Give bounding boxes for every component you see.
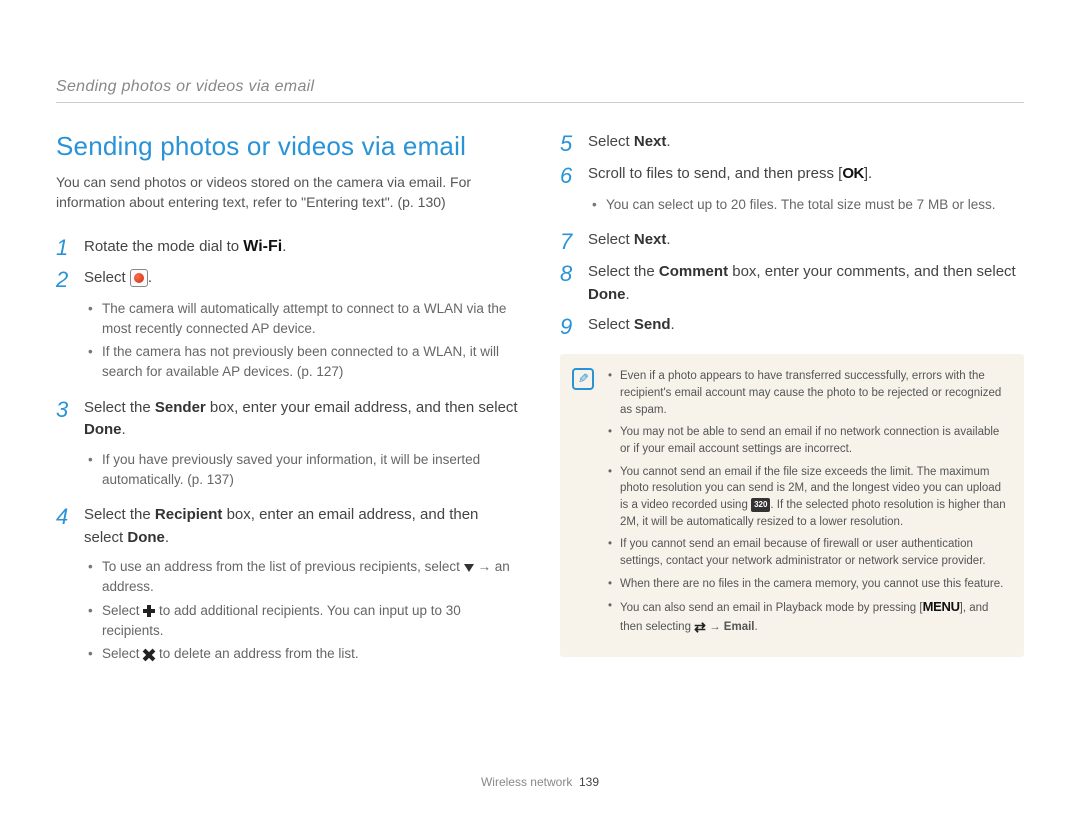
step-6: 6Scroll to files to send, and then press… bbox=[560, 163, 1024, 187]
breadcrumb: Sending photos or videos via email bbox=[56, 78, 1024, 96]
step-3: 3Select the Sender box, enter your email… bbox=[56, 397, 520, 442]
step-sub-list: You can select up to 20 files. The total… bbox=[560, 195, 1024, 215]
step-2: 2Select . bbox=[56, 267, 520, 291]
step-1: 1Rotate the mode dial to Wi-Fi. bbox=[56, 235, 520, 259]
step-sub-item: If you have previously saved your inform… bbox=[88, 450, 520, 491]
step-number: 6 bbox=[560, 163, 588, 187]
step-sub-item: You can select up to 20 files. The total… bbox=[592, 195, 1024, 215]
step-9: 9Select Send. bbox=[560, 314, 1024, 338]
step-number: 8 bbox=[560, 261, 588, 285]
note-item: When there are no files in the camera me… bbox=[608, 576, 1006, 593]
right-column: 5Select Next.6Scroll to files to send, a… bbox=[560, 131, 1024, 678]
content-columns: Sending photos or videos via email You c… bbox=[56, 131, 1024, 678]
step-sub-item: Select to add additional recipients. You… bbox=[88, 601, 520, 642]
step-sub-list: The camera will automatically attempt to… bbox=[56, 299, 520, 383]
swap-icon: ⇄ bbox=[694, 617, 706, 637]
note-item: You can also send an email in Playback m… bbox=[608, 598, 1006, 637]
note-icon bbox=[572, 368, 594, 390]
step-sub-list: To use an address from the list of previ… bbox=[56, 557, 520, 664]
step-text: Scroll to files to send, and then press … bbox=[588, 163, 1024, 186]
step-number: 2 bbox=[56, 267, 84, 291]
step-number: 4 bbox=[56, 504, 84, 528]
down-arrow-icon bbox=[464, 564, 474, 572]
note-item: You cannot send an email if the file siz… bbox=[608, 464, 1006, 531]
step-sub-item: To use an address from the list of previ… bbox=[88, 557, 520, 598]
step-text: Select Send. bbox=[588, 314, 1024, 337]
step-text: Select the Recipient box, enter an email… bbox=[84, 504, 520, 549]
x-icon bbox=[143, 649, 155, 661]
left-column: Sending photos or videos via email You c… bbox=[56, 131, 520, 678]
step-5: 5Select Next. bbox=[560, 131, 1024, 155]
step-text: Rotate the mode dial to Wi-Fi. bbox=[84, 235, 520, 259]
step-4: 4Select the Recipient box, enter an emai… bbox=[56, 504, 520, 549]
step-number: 5 bbox=[560, 131, 588, 155]
plus-icon bbox=[143, 605, 155, 617]
step-sub-item: Select to delete an address from the lis… bbox=[88, 644, 520, 664]
step-text: Select Next. bbox=[588, 229, 1024, 252]
step-text: Select the Comment box, enter your comme… bbox=[588, 261, 1024, 306]
step-8: 8Select the Comment box, enter your comm… bbox=[560, 261, 1024, 306]
step-sub-list: If you have previously saved your inform… bbox=[56, 450, 520, 491]
step-text: Select Next. bbox=[588, 131, 1024, 154]
step-number: 1 bbox=[56, 235, 84, 259]
note-item: If you cannot send an email because of f… bbox=[608, 536, 1006, 569]
note-item: You may not be able to send an email if … bbox=[608, 424, 1006, 457]
note-item: Even if a photo appears to have transfer… bbox=[608, 368, 1006, 418]
menu-icon: MENU bbox=[923, 599, 960, 614]
page-title: Sending photos or videos via email bbox=[56, 131, 520, 162]
wifi-icon: Wi-Fi bbox=[243, 235, 282, 259]
step-number: 7 bbox=[560, 229, 588, 253]
step-text: Select . bbox=[84, 267, 520, 290]
video-badge-icon: 320 bbox=[751, 498, 770, 512]
step-sub-item: The camera will automatically attempt to… bbox=[88, 299, 520, 340]
step-number: 9 bbox=[560, 314, 588, 338]
note-list: Even if a photo appears to have transfer… bbox=[608, 368, 1006, 637]
footer: Wireless network 139 bbox=[0, 775, 1080, 789]
step-7: 7Select Next. bbox=[560, 229, 1024, 253]
ok-icon: OK bbox=[842, 163, 864, 186]
footer-section: Wireless network bbox=[481, 775, 572, 789]
step-sub-item: If the camera has not previously been co… bbox=[88, 342, 520, 383]
step-text: Select the Sender box, enter your email … bbox=[84, 397, 520, 442]
intro-text: You can send photos or videos stored on … bbox=[56, 172, 520, 213]
note-box: Even if a photo appears to have transfer… bbox=[560, 354, 1024, 657]
footer-page-number: 139 bbox=[579, 775, 599, 789]
email-circle-icon bbox=[130, 269, 148, 287]
divider bbox=[56, 102, 1024, 103]
step-number: 3 bbox=[56, 397, 84, 421]
